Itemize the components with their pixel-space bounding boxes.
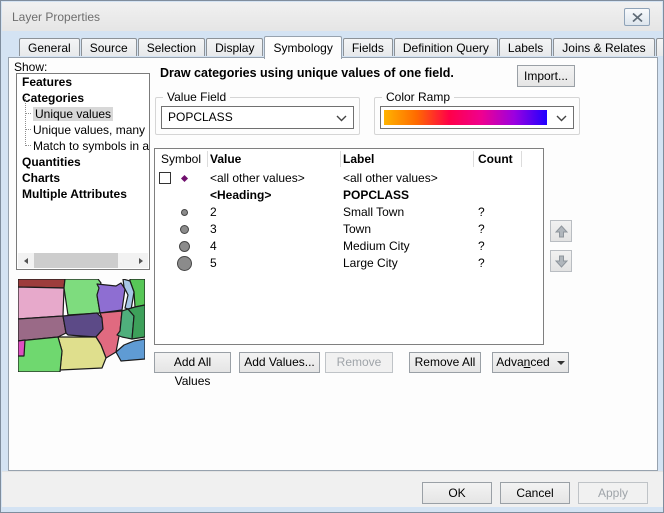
show-item-match-symbols[interactable]: Match to symbols in a [17,138,149,154]
arrow-up-icon [555,225,568,238]
tab-selection[interactable]: Selection [138,38,205,56]
tab-joins-relates[interactable]: Joins & Relates [553,38,654,56]
header-label: Label [343,149,374,169]
scroll-left-icon [24,258,28,264]
map-state-shape [64,279,101,315]
tab-labels[interactable]: Labels [499,38,552,56]
remove-all-button[interactable]: Remove All [409,352,481,373]
tab-definition-query[interactable]: Definition Query [394,38,498,56]
tree-branch-icon [25,113,31,130]
show-item-quantities[interactable]: Quantities [17,154,149,170]
tab-source[interactable]: Source [81,38,137,56]
values-table: Symbol Value Label Count <all other valu… [154,148,544,345]
table-row[interactable]: 4 Medium City ? [155,238,543,255]
move-down-button[interactable] [550,250,572,272]
table-row[interactable]: <all other values> <all other values> [155,170,543,187]
point-symbol-icon[interactable] [177,256,192,271]
tab-strip: General Source Selection Display Symbolo… [19,36,664,58]
value-field-selected: POPCLASS [168,110,233,124]
header-symbol: Symbol [161,149,201,169]
cancel-button[interactable]: Cancel [500,482,570,504]
scroll-right-icon [139,258,143,264]
scroll-right-button[interactable] [133,253,148,268]
color-ramp-dropdown[interactable] [380,106,574,129]
window-title: Layer Properties [12,10,100,24]
add-values-button[interactable]: Add Values... [239,352,320,373]
method-description: Draw categories using unique values of o… [160,66,454,80]
show-item-categories[interactable]: Categories [17,90,149,106]
header-value: Value [210,149,241,169]
table-header: Symbol Value Label Count [155,149,543,169]
table-row[interactable]: 3 Town ? [155,221,543,238]
chevron-down-icon [556,115,567,122]
header-count: Count [478,149,513,169]
move-up-button[interactable] [550,220,572,242]
tree-branch-icon [25,129,31,146]
color-ramp-gradient [384,110,547,125]
column-divider [207,151,208,167]
show-item-multiple-attributes[interactable]: Multiple Attributes [17,186,149,202]
chevron-down-icon [336,115,347,122]
show-list: Features Categories Unique values Unique… [16,73,150,270]
map-state-shape [18,340,25,356]
tab-symbology[interactable]: Symbology [264,36,341,59]
point-symbol-icon[interactable] [180,225,189,234]
table-row[interactable]: <Heading> POPCLASS [155,187,543,204]
column-divider [340,151,341,167]
column-divider [473,151,474,167]
value-field-group-label: Value Field [163,90,230,104]
close-icon [632,13,643,22]
import-button[interactable]: Import... [517,65,575,87]
titlebar: Layer Properties [2,2,662,31]
show-item-features[interactable]: Features [17,74,149,90]
table-row[interactable]: 2 Small Town ? [155,204,543,221]
point-symbol-icon [181,175,188,182]
dropdown-arrow-icon [557,361,565,365]
map-state-shape [18,287,64,319]
layer-properties-dialog: Layer Properties General Source Selectio… [0,0,664,513]
point-symbol-icon[interactable] [179,241,190,252]
show-label: Show: [14,60,47,74]
apply-button[interactable]: Apply [578,482,648,504]
column-divider [521,151,522,167]
table-row[interactable]: 5 Large City ? [155,255,543,272]
dialog-footer: OK Cancel Apply [2,471,664,507]
tab-display[interactable]: Display [206,38,263,56]
map-state-shape [58,337,106,370]
show-item-unique-values[interactable]: Unique values [17,106,149,122]
color-ramp-group-label: Color Ramp [382,90,454,104]
remove-button[interactable]: Remove [325,352,393,373]
scrollbar-thumb[interactable] [34,253,118,268]
arrow-down-icon [555,255,568,268]
tab-time[interactable]: Time [656,38,664,56]
ok-button[interactable]: OK [422,482,492,504]
map-state-shape [116,339,145,361]
tree-branch-icon [25,97,31,114]
advanced-button[interactable]: Advanced [492,352,569,373]
all-other-values-checkbox[interactable] [159,172,171,184]
tab-general[interactable]: General [19,38,80,56]
show-item-charts[interactable]: Charts [17,170,149,186]
color-ramp-group: Color Ramp [374,97,580,135]
add-all-values-button[interactable]: Add All Values [154,352,231,373]
layer-preview-map [18,279,145,372]
show-list-hscrollbar[interactable] [18,253,148,268]
map-state-shape [97,283,125,313]
tab-fields[interactable]: Fields [343,38,393,56]
point-symbol-icon[interactable] [181,209,188,216]
value-field-dropdown[interactable]: POPCLASS [161,106,354,129]
show-item-unique-values-many[interactable]: Unique values, many [17,122,149,138]
map-state-shape [63,313,103,337]
symbology-tab-page: Show: Features Categories Unique values … [8,57,658,471]
scroll-left-button[interactable] [18,253,33,268]
value-field-group: Value Field POPCLASS [155,97,360,135]
close-button[interactable] [624,8,650,26]
